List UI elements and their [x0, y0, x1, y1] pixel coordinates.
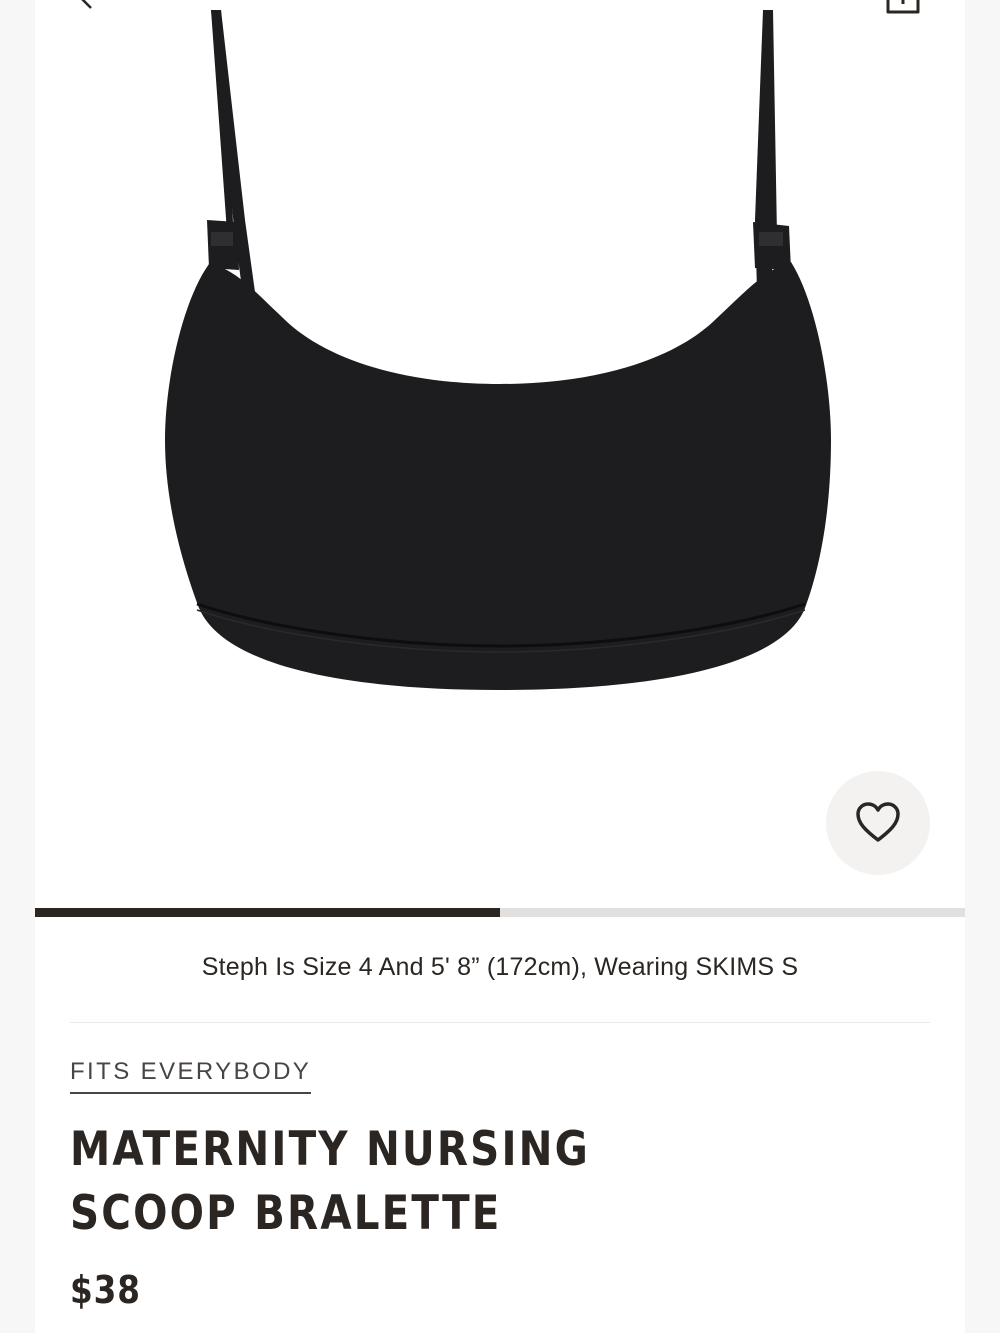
product-page: Steph Is Size 4 And 5' 8” (172cm), Weari…	[35, 0, 965, 1333]
share-icon[interactable]	[885, 0, 921, 16]
wishlist-button[interactable]	[826, 771, 930, 875]
model-size-info: Steph Is Size 4 And 5' 8” (172cm), Weari…	[201, 953, 799, 981]
divider	[70, 1022, 930, 1023]
product-price: $38	[70, 1268, 141, 1312]
gallery-progress-fill	[35, 908, 500, 917]
gallery-progress-bar	[35, 908, 965, 917]
product-title: MATERNITY NURSING SCOOP BRALETTE	[70, 1122, 590, 1241]
chevron-left-icon[interactable]	[75, 0, 99, 10]
product-photo	[165, 10, 831, 690]
collection-link[interactable]: FITS EVERYBODY	[70, 1058, 312, 1094]
product-image-carousel[interactable]	[35, 0, 965, 908]
heart-outline-icon	[856, 802, 900, 842]
